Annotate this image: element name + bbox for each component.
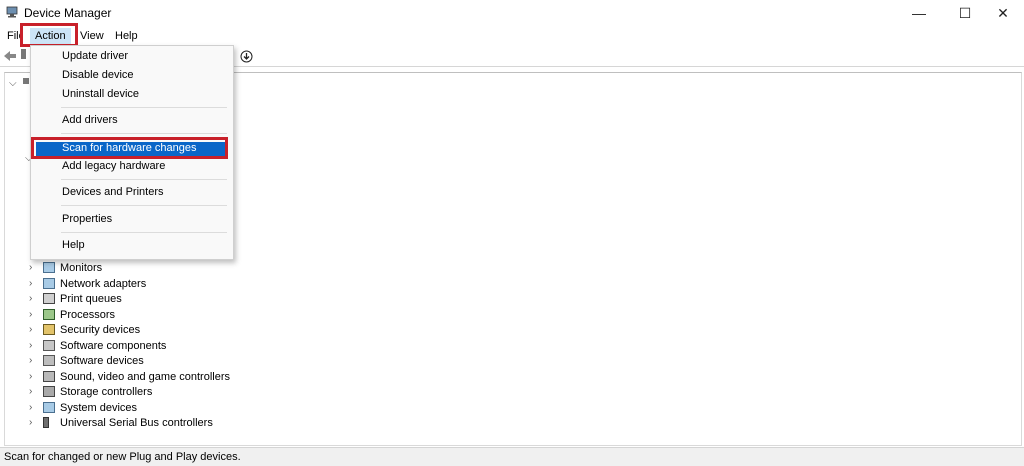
chevron-right-icon[interactable]: › [29, 340, 37, 351]
tree-item-label: Software devices [60, 354, 144, 367]
minimize-button[interactable]: — [896, 0, 942, 26]
tree-item-label: Software components [60, 339, 167, 352]
chevron-right-icon[interactable]: › [29, 293, 37, 304]
tree-item[interactable]: › Sound, video and game controllers [29, 369, 230, 384]
tree-item[interactable]: › Print queues [29, 291, 122, 306]
menu-item-add-drivers[interactable]: Add drivers [62, 113, 118, 128]
menu-view[interactable]: View [80, 28, 104, 44]
menu-item-uninstall-device[interactable]: Uninstall device [62, 87, 139, 102]
chevron-right-icon[interactable]: › [29, 278, 37, 289]
arrow-down-circle-icon[interactable] [240, 50, 253, 63]
tree-item-label: Monitors [60, 261, 103, 274]
tree-item[interactable]: › Network adapters [29, 276, 146, 291]
storage-icon [43, 386, 55, 397]
menu-item-update-driver[interactable]: Update driver [62, 49, 128, 64]
tree-item[interactable]: › Monitors [29, 260, 102, 275]
tree-item[interactable]: › Security devices [29, 322, 140, 337]
software-device-icon [43, 355, 55, 366]
sound-icon [43, 371, 55, 382]
chevron-right-icon[interactable]: › [29, 355, 37, 366]
chevron-right-icon[interactable]: › [29, 262, 37, 273]
usb-icon [43, 417, 49, 428]
tree-item-label: Print queues [60, 292, 122, 305]
menu-item-help[interactable]: Help [62, 238, 85, 253]
menu-separator [61, 133, 227, 134]
menu-item-add-legacy-hardware[interactable]: Add legacy hardware [62, 159, 165, 174]
chevron-right-icon[interactable]: › [29, 371, 37, 382]
tree-item[interactable]: › Software devices [29, 353, 144, 368]
title-bar: Device Manager — ☐ ✕ [0, 0, 1024, 26]
menu-separator [61, 107, 227, 108]
monitor-icon [43, 262, 55, 273]
security-device-icon [43, 324, 55, 335]
chevron-down-icon[interactable]: ⌵ [9, 78, 17, 89]
tree-item-label: System devices [60, 401, 138, 414]
tree-item-label: Security devices [60, 323, 141, 336]
close-button[interactable]: ✕ [980, 0, 1024, 26]
tree-item-label: Processors [60, 308, 116, 321]
processor-icon [43, 309, 55, 320]
software-component-icon [43, 340, 55, 351]
chevron-right-icon[interactable]: › [29, 402, 37, 413]
window-title: Device Manager [24, 6, 112, 20]
chevron-right-icon[interactable]: › [29, 309, 37, 320]
action-menu-highlight-box [20, 23, 78, 47]
tree-item-label: Network adapters [60, 277, 147, 290]
computer-icon [23, 78, 29, 84]
tree-item[interactable]: › Universal Serial Bus controllers [29, 415, 213, 430]
chevron-right-icon[interactable]: › [29, 386, 37, 397]
menu-separator [61, 205, 227, 206]
menu-item-devices-and-printers[interactable]: Devices and Printers [62, 185, 164, 200]
printer-icon [43, 293, 55, 304]
arrow-left-icon[interactable] [3, 50, 17, 62]
chevron-right-icon[interactable]: › [29, 324, 37, 335]
tree-item[interactable]: › Processors [29, 307, 115, 322]
device-manager-icon [6, 6, 18, 18]
menu-separator [61, 179, 227, 180]
chevron-right-icon[interactable]: › [29, 417, 37, 428]
menu-item-properties[interactable]: Properties [62, 212, 112, 227]
menu-separator [61, 232, 227, 233]
tree-item[interactable]: › Software components [29, 338, 166, 353]
tree-item-label: Universal Serial Bus controllers [60, 416, 213, 429]
toolbar-button-icon[interactable] [21, 49, 26, 59]
scan-item-highlight-box [31, 137, 228, 159]
system-device-icon [43, 402, 55, 413]
status-text: Scan for changed or new Plug and Play de… [4, 451, 241, 463]
tree-item-label: Storage controllers [60, 385, 153, 398]
menu-item-disable-device[interactable]: Disable device [62, 68, 134, 83]
network-adapter-icon [43, 278, 55, 289]
tree-item-label: Sound, video and game controllers [60, 370, 230, 383]
menu-file[interactable]: File [7, 28, 21, 44]
tree-item[interactable]: › System devices [29, 400, 137, 415]
tree-item[interactable]: › Storage controllers [29, 384, 152, 399]
menu-bar: File Action View Help [0, 26, 1024, 46]
menu-help[interactable]: Help [115, 28, 138, 44]
status-bar: Scan for changed or new Plug and Play de… [0, 447, 1024, 466]
